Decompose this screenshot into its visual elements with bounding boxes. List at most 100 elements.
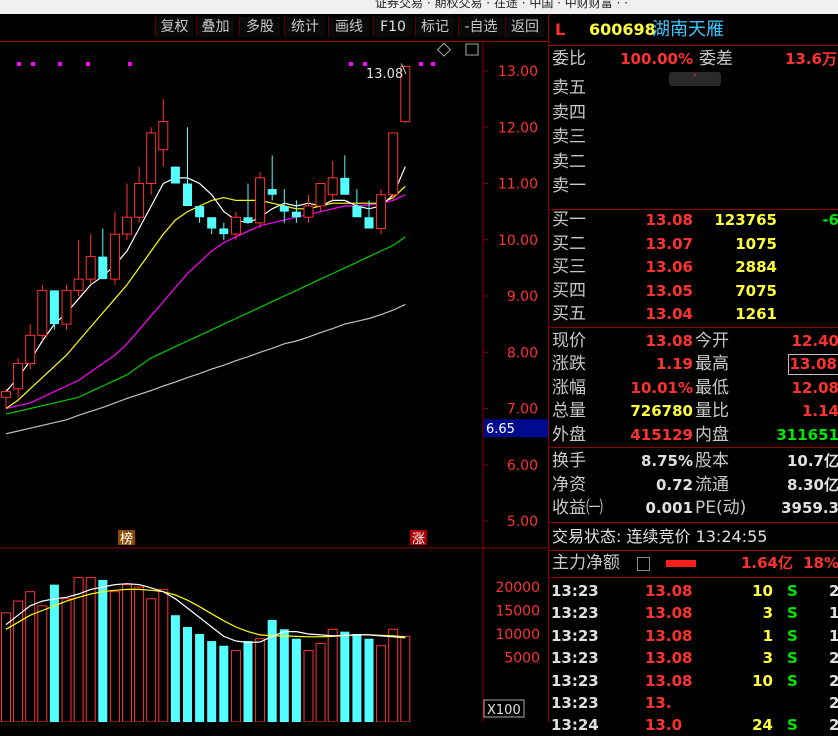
weicha-label: 委差	[699, 49, 733, 69]
stat-value: 1.14	[801, 402, 838, 421]
tick-price: 13.08	[645, 582, 693, 600]
diamond-icon[interactable]	[436, 42, 452, 57]
candle-body	[291, 211, 301, 218]
tick-time: 13:24	[551, 716, 599, 735]
trade-status-text: 交易状态: 连续竞价 13:24:55	[552, 527, 768, 546]
chart-toolbar: 复权 叠加 多股 统计 画线 F10 标记 -自选 返回	[0, 14, 548, 42]
divider	[549, 522, 838, 523]
high-annotation-label: 13.08	[366, 67, 403, 82]
buy-level-label: 买一	[552, 210, 586, 230]
stat-value: 1.19	[655, 355, 693, 374]
stat-value: 12.40	[791, 332, 838, 350]
list-icon[interactable]	[637, 557, 650, 571]
tick-price: 13.08	[645, 604, 693, 623]
tick-volume: 24	[752, 716, 773, 735]
restore-rights-button[interactable]: 复权	[155, 17, 193, 37]
candle-body	[73, 278, 84, 291]
volume-bar	[376, 645, 387, 723]
sell-level-label: 卖三	[552, 127, 586, 147]
stat-value: 0.72	[655, 475, 693, 494]
tick-time: 13:23	[551, 694, 599, 712]
signal-dot	[363, 62, 367, 66]
sell-level-label: 卖一	[552, 176, 586, 196]
overlay-button[interactable]: 叠加	[196, 17, 234, 37]
buy-volume: 123765	[714, 211, 777, 229]
buy-change: -6	[822, 211, 838, 229]
tick-row: 13:23 13.08 3 S 1	[549, 602, 838, 624]
tick-volume: 1	[762, 626, 773, 645]
volume-bar	[352, 634, 362, 722]
draw-line-button[interactable]: 画线	[328, 17, 369, 37]
volume-axis-label: 5000	[504, 651, 540, 667]
tick-side: S	[787, 716, 798, 735]
volume-bar	[303, 649, 314, 723]
buy-level-row: 买五 13.04 1261	[549, 303, 838, 326]
buy-price: 13.07	[645, 234, 693, 253]
tick-side: S	[787, 649, 798, 668]
volume-bar	[291, 638, 301, 722]
tick-row: 13:23 13.08 1 S 1	[549, 625, 838, 647]
volume-bar	[340, 631, 350, 722]
volume-axis-label: 15000	[495, 604, 540, 620]
f10-button[interactable]: F10	[373, 17, 412, 37]
candle-body	[195, 206, 205, 218]
main-force-bar	[666, 560, 696, 567]
candle-body	[61, 289, 72, 325]
volume-bar	[25, 591, 36, 723]
price-axis-label: 7.00	[507, 402, 538, 418]
tick-time: 13:23	[551, 649, 599, 668]
multi-stock-button[interactable]: 多股	[239, 17, 280, 37]
kline-chart[interactable]: 13.00 12.00 11.00 10.00 9.00 8.00 7.00 6.00 5.00…	[0, 41, 548, 723]
back-button[interactable]: 返回	[505, 17, 544, 37]
sell-level-row: 卖三	[549, 126, 838, 149]
volume-bar	[255, 638, 266, 723]
volume-bar	[134, 586, 145, 723]
volume-bar	[219, 645, 229, 722]
volume-bar	[195, 634, 205, 722]
tick-volume: 10	[752, 582, 773, 600]
quote-stat-row: 现价 13.08 今开 12.40	[549, 330, 838, 353]
buy-volume: 1261	[735, 305, 777, 324]
signal-dot	[128, 62, 132, 66]
quote-stat2-row: 换手 8.75% 股本 10.7亿	[549, 450, 838, 473]
volume-unit-label: X100	[487, 703, 521, 718]
buy-price: 13.08	[645, 211, 693, 229]
window-title: 证券交易 · 期权交易 · 在途 · 中国 · 中财财富 · ·	[375, 0, 629, 10]
volume-bar	[98, 579, 108, 722]
stat-value: 8.75%	[640, 452, 693, 470]
stat-label: 总量	[552, 401, 586, 422]
quote-stat2-row: 收益㈠ 0.001 PE(动) 3959.3	[549, 497, 838, 520]
ma5-line	[5, 166, 406, 392]
candle-body	[37, 289, 48, 336]
tick-time: 13:23	[551, 604, 599, 623]
mark-button[interactable]: 标记	[415, 17, 454, 37]
sell-level-label: 卖四	[552, 102, 586, 123]
buy-price: 13.04	[645, 305, 693, 324]
statistics-button[interactable]: 统计	[284, 17, 325, 37]
price-axis-label: 10.00	[498, 233, 538, 249]
remove-watchlist-button[interactable]: -自选	[458, 17, 503, 37]
panel-toggle-icon[interactable]	[465, 43, 479, 56]
buy-level-row: 买二 13.07 1075	[549, 233, 838, 256]
price-axis-label: 6.00	[507, 458, 538, 474]
buy-level-label: 买二	[552, 233, 586, 254]
stat-label: 净资	[552, 474, 586, 495]
trade-status: 交易状态: 连续竞价 13:24:55	[549, 525, 838, 548]
volume-bar	[122, 584, 132, 723]
tick-count: 1	[829, 604, 838, 623]
tick-price: 13.08	[645, 649, 693, 668]
price-axis-label: 13.00	[498, 64, 538, 80]
buy-price: 13.05	[645, 281, 693, 300]
chart-area[interactable]: 13.00 12.00 11.00 10.00 9.00 8.00 7.00 6.00 5.00…	[0, 41, 548, 723]
stat-label: 收益㈠	[552, 498, 603, 518]
market-flag: L	[555, 20, 566, 39]
candle-body	[146, 132, 157, 184]
volume-bar	[37, 605, 48, 723]
sell-level-label: 卖五	[552, 78, 586, 98]
quote-stat-row: 外盘 415129 内盘 311651	[549, 424, 838, 447]
quote-stat-row: 涨跌 1.19 最高 13.08	[549, 353, 838, 376]
buy-volume: 7075	[735, 281, 777, 300]
candle-body	[303, 205, 314, 218]
buy-volume: 2884	[735, 258, 777, 277]
tick-count: 2	[829, 694, 838, 712]
